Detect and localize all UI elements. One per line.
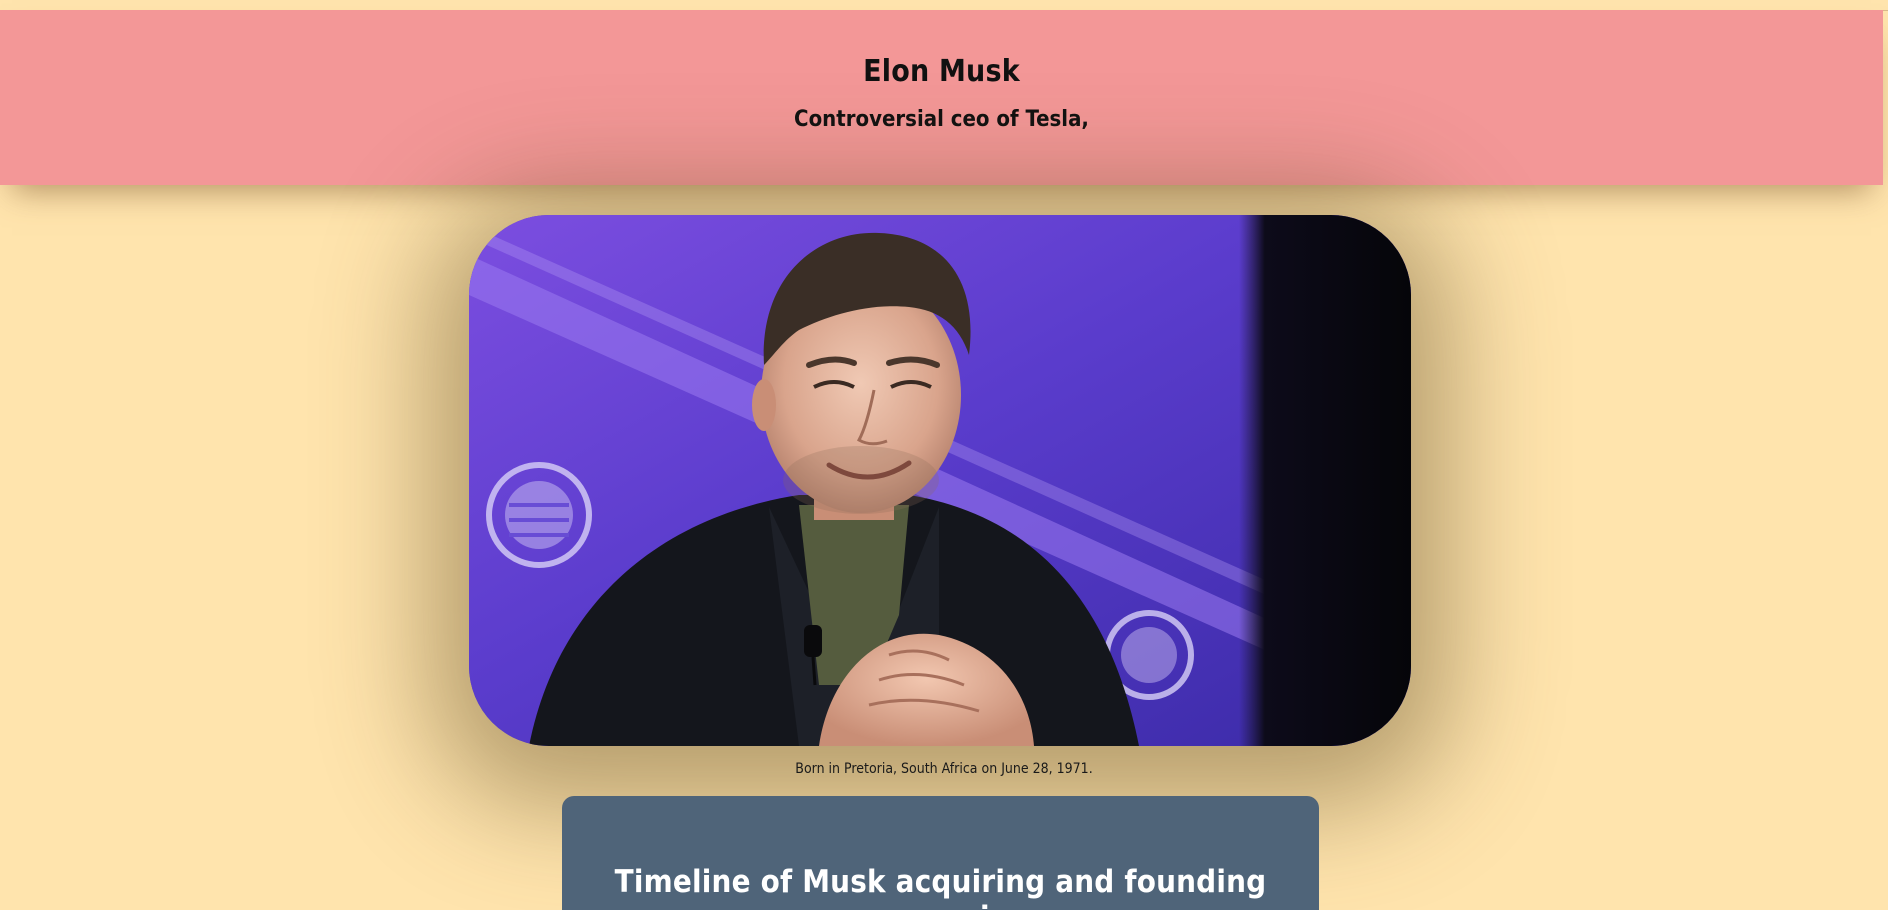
page-title: Elon Musk <box>863 54 1020 89</box>
page-subtitle: Controversial ceo of Tesla, <box>794 107 1089 132</box>
timeline-heading: Timeline of Musk acquiring and founding … <box>614 864 1267 910</box>
timeline-card: Timeline of Musk acquiring and founding … <box>562 796 1319 910</box>
portrait-photo-icon <box>469 215 1411 746</box>
page-header: Elon Musk Controversial ceo of Tesla, <box>0 10 1883 185</box>
photo-caption: Born in Pretoria, South Africa on June 2… <box>795 761 1093 777</box>
hero-image <box>469 215 1411 746</box>
